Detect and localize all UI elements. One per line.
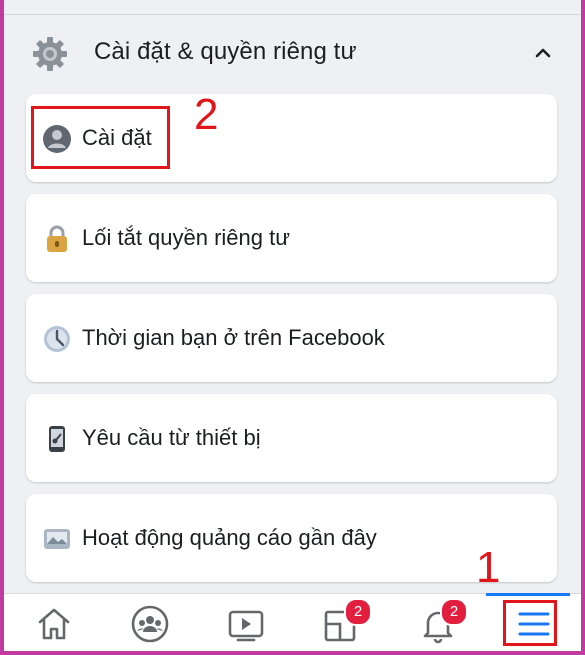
divider (4, 14, 581, 15)
tab-home[interactable] (32, 602, 76, 646)
pages-badge: 2 (344, 598, 372, 626)
annotation-step-1: 1 (476, 543, 501, 592)
menu-item-time-on-facebook[interactable]: Thời gian bạn ở trên Facebook (26, 294, 557, 382)
menu-item-label: Thời gian bạn ở trên Facebook (82, 325, 385, 350)
notifications-badge: 2 (440, 598, 468, 626)
active-tab-indicator (486, 593, 570, 596)
annotation-box-settings (31, 106, 170, 169)
menu-item-privacy-shortcuts[interactable]: Lối tắt quyền riêng tư (26, 194, 557, 282)
tab-watch[interactable] (224, 602, 268, 646)
watch-icon (228, 610, 264, 642)
tab-groups[interactable] (128, 602, 172, 646)
annotation-box-menu (503, 600, 557, 646)
ad-activity-icon (44, 529, 70, 549)
device-key-icon (49, 426, 65, 452)
bottom-navigation-bar: 2 2 (4, 593, 581, 651)
settings-privacy-section-header[interactable]: Cài đặt & quyền riêng tư (4, 22, 581, 84)
home-icon (38, 608, 70, 640)
groups-icon (131, 605, 169, 643)
chevron-up-icon[interactable] (532, 42, 554, 64)
clock-icon (44, 326, 70, 352)
lock-icon (47, 225, 67, 252)
menu-item-label: Hoạt động quảng cáo gần đây (82, 525, 377, 550)
menu-item-label: Lối tắt quyền riêng tư (82, 225, 290, 250)
annotation-step-2: 2 (194, 90, 219, 139)
section-title: Cài đặt & quyền riêng tư (94, 38, 357, 65)
gear-icon (33, 37, 67, 71)
menu-item-device-requests[interactable]: Yêu cầu từ thiết bị (26, 394, 557, 482)
menu-item-label: Yêu cầu từ thiết bị (82, 425, 261, 450)
